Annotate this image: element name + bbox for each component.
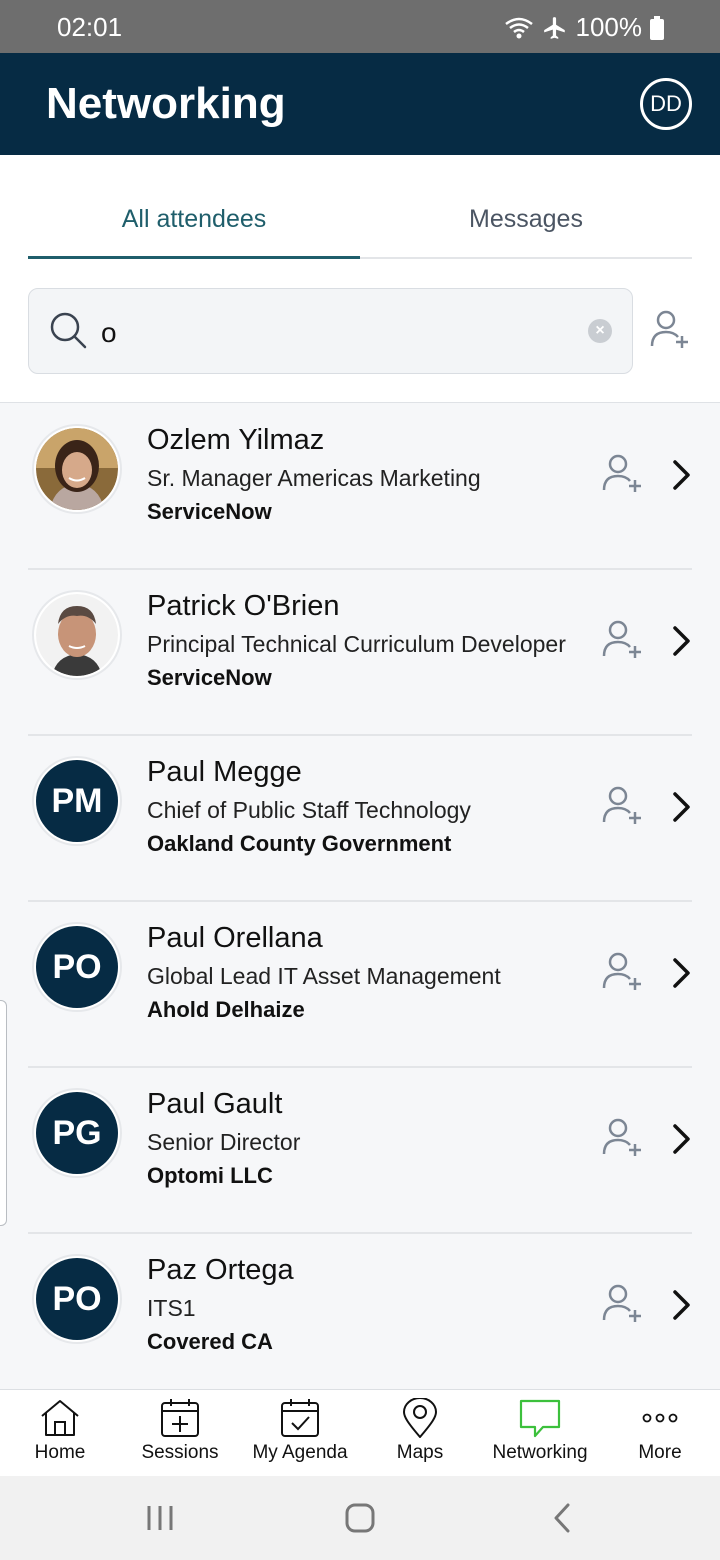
list-item[interactable]: PO Paz Ortega ITS1 Covered CA — [0, 1234, 720, 1400]
avatar: PO — [32, 922, 122, 1012]
nav-label: More — [638, 1442, 682, 1463]
attendee-title: Sr. Manager Americas Marketing — [147, 465, 481, 491]
list-item[interactable]: PG Paul Gault Senior Director Optomi LLC — [0, 1068, 720, 1234]
profile-avatar-button[interactable]: DD — [640, 78, 692, 130]
attendee-title: Principal Technical Curriculum Developer — [147, 631, 566, 657]
attendee-company: ServiceNow — [147, 499, 272, 524]
active-tab-indicator — [28, 256, 360, 259]
avatar: PG — [32, 1088, 122, 1178]
map-pin-icon — [402, 1398, 438, 1438]
more-dots-icon — [642, 1413, 678, 1423]
chevron-right-icon[interactable] — [670, 791, 694, 823]
chevron-right-icon[interactable] — [670, 1289, 694, 1321]
attendee-name: Paul Megge — [147, 756, 302, 788]
calendar-plus-icon — [161, 1399, 199, 1437]
nav-more[interactable]: More — [600, 1398, 720, 1464]
nav-my-agenda[interactable]: My Agenda — [240, 1398, 360, 1464]
attendee-company: Ahold Delhaize — [147, 997, 305, 1022]
bottom-nav: Home Sessions My Agenda Maps Networking … — [0, 1389, 720, 1476]
avatar: PO — [32, 1254, 122, 1344]
add-contact-icon[interactable] — [602, 1118, 646, 1158]
nav-home[interactable]: Home — [0, 1398, 120, 1464]
nav-networking[interactable]: Networking — [480, 1398, 600, 1464]
status-bar: 02:01 100% — [0, 0, 720, 53]
nav-label: Home — [34, 1442, 86, 1463]
attendee-title: Global Lead IT Asset Management — [147, 963, 501, 989]
chevron-right-icon[interactable] — [670, 459, 694, 491]
avatar-initials: PO — [36, 1258, 118, 1340]
add-contact-icon[interactable] — [602, 620, 646, 660]
add-contact-icon[interactable] — [602, 1284, 646, 1324]
tab-all-attendees[interactable]: All attendees — [28, 205, 360, 234]
list-item[interactable]: Patrick O'Brien Principal Technical Curr… — [0, 570, 720, 736]
recent-apps-icon[interactable] — [145, 1502, 175, 1534]
app-header: Networking DD — [0, 53, 720, 155]
clear-search-icon[interactable]: × — [588, 319, 612, 343]
attendee-company: Covered CA — [147, 1329, 273, 1354]
list-item[interactable]: PO Paul Orellana Global Lead IT Asset Ma… — [0, 902, 720, 1068]
status-time: 02:01 — [57, 12, 123, 42]
home-button-icon[interactable] — [344, 1502, 376, 1534]
chevron-right-icon[interactable] — [670, 625, 694, 657]
status-icons: 100% — [504, 12, 664, 43]
battery-icon — [650, 15, 664, 40]
avatar — [32, 424, 122, 514]
add-contact-icon[interactable] — [602, 786, 646, 826]
chevron-right-icon[interactable] — [670, 1123, 694, 1155]
avatar-initials: PM — [36, 760, 118, 842]
edge-panel-handle[interactable] — [0, 1000, 7, 1226]
back-icon[interactable] — [550, 1502, 574, 1534]
avatar-initials: PO — [36, 926, 118, 1008]
battery-percent: 100% — [575, 12, 643, 42]
attendee-company: Oakland County Government — [147, 831, 452, 856]
tab-messages[interactable]: Messages — [360, 205, 692, 234]
home-icon — [41, 1400, 79, 1436]
attendee-title: Senior Director — [147, 1129, 301, 1155]
attendee-list: Ozlem Yilmaz Sr. Manager Americas Market… — [0, 404, 720, 1400]
attendee-company: Optomi LLC — [147, 1163, 273, 1188]
nav-label: Sessions — [141, 1442, 219, 1463]
avatar-photo — [36, 428, 118, 510]
calendar-check-icon — [281, 1399, 319, 1437]
add-contact-icon[interactable] — [602, 952, 646, 992]
chevron-right-icon[interactable] — [670, 957, 694, 989]
airplane-icon — [543, 16, 565, 39]
tabs-and-search: All attendees Messages o × — [0, 155, 720, 403]
page-title: Networking — [46, 79, 286, 128]
wifi-icon — [504, 17, 533, 38]
attendee-name: Patrick O'Brien — [147, 590, 340, 622]
chat-bubble-icon — [519, 1399, 561, 1438]
nav-label: Maps — [396, 1442, 444, 1463]
attendee-title: ITS1 — [147, 1295, 196, 1321]
nav-label: My Agenda — [252, 1442, 348, 1463]
attendee-name: Paul Gault — [147, 1088, 283, 1120]
avatar-photo — [36, 594, 118, 676]
search-icon — [50, 312, 87, 349]
avatar-initials: PG — [36, 1092, 118, 1174]
search-value: o — [101, 317, 117, 348]
add-contact-icon[interactable] — [602, 454, 646, 494]
nav-maps[interactable]: Maps — [360, 1398, 480, 1464]
attendee-name: Paul Orellana — [147, 922, 323, 954]
avatar — [32, 590, 122, 680]
tab-bar: All attendees Messages — [28, 185, 692, 259]
nav-sessions[interactable]: Sessions — [120, 1398, 240, 1464]
add-contact-icon[interactable] — [650, 310, 692, 350]
attendee-title: Chief of Public Staff Technology — [147, 797, 471, 823]
search-input[interactable]: o × — [28, 288, 633, 374]
system-nav-bar — [0, 1476, 720, 1560]
attendee-company: ServiceNow — [147, 665, 272, 690]
list-item[interactable]: Ozlem Yilmaz Sr. Manager Americas Market… — [0, 404, 720, 570]
attendee-name: Ozlem Yilmaz — [147, 424, 325, 456]
avatar: PM — [32, 756, 122, 846]
nav-label: Networking — [492, 1442, 588, 1463]
list-item[interactable]: PM Paul Megge Chief of Public Staff Tech… — [0, 736, 720, 902]
attendee-name: Paz Ortega — [147, 1254, 294, 1286]
